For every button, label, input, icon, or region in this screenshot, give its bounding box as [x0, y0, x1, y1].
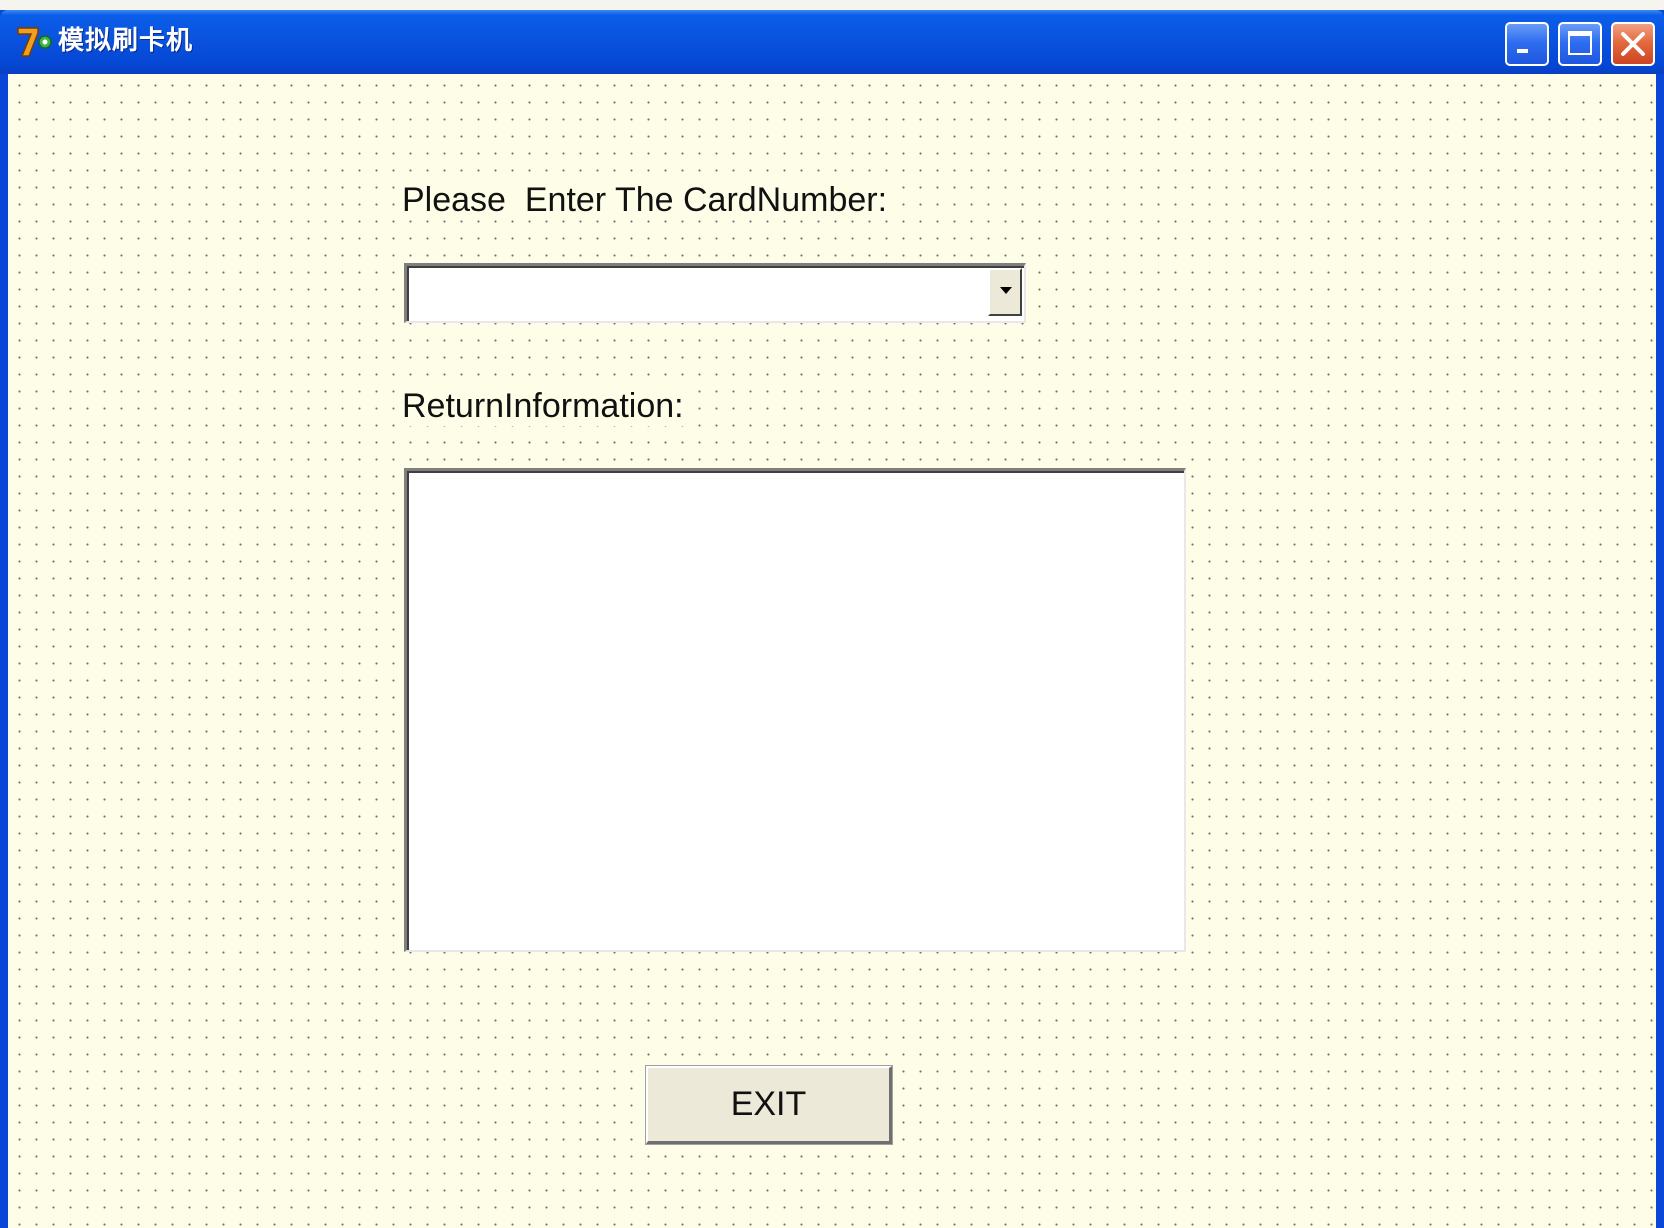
form-client-area: Please Enter The CardNumber: ReturnInfor… [8, 74, 1656, 1228]
exit-button[interactable]: EXIT [645, 1065, 893, 1145]
dropdown-button[interactable] [988, 268, 1022, 316]
maximize-icon [1568, 31, 1592, 55]
maximize-button[interactable] [1558, 22, 1602, 66]
title-bar[interactable]: 模拟刷卡机 [0, 10, 1664, 74]
close-icon [1621, 32, 1645, 56]
card-number-label: Please Enter The CardNumber: [400, 180, 892, 220]
combobox-inner-border [407, 266, 1024, 321]
chevron-down-icon [1000, 287, 1012, 294]
window-title: 模拟刷卡机 [58, 26, 194, 56]
app-window: 模拟刷卡机 Please Enter The CardNumber: Retur… [0, 10, 1664, 1228]
return-information-textbox[interactable] [404, 468, 1186, 952]
return-information-label: ReturnInformation: [400, 386, 688, 426]
minimize-button[interactable] [1505, 22, 1549, 66]
close-button[interactable] [1611, 22, 1655, 66]
minimize-icon [1517, 49, 1528, 53]
textbox-inner-border [407, 471, 1184, 950]
card-number-combobox[interactable] [404, 263, 1026, 323]
app-7-icon [16, 24, 56, 60]
